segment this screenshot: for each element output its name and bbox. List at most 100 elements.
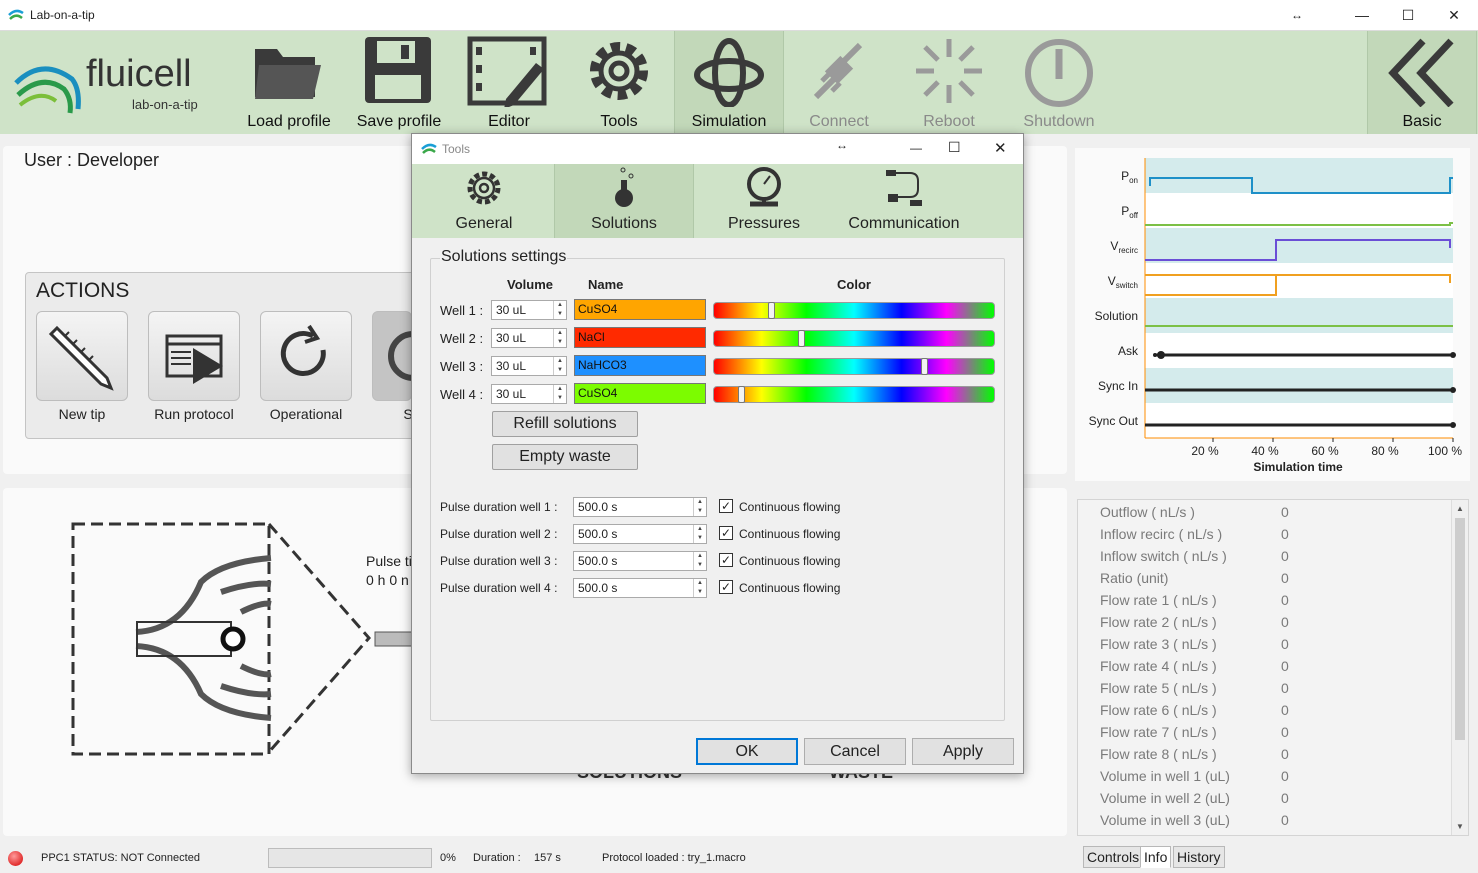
cancel-button[interactable]: Cancel	[804, 738, 906, 765]
ok-button[interactable]: OK	[696, 738, 798, 765]
info-row-label: Flow rate 2 ( nL/s )	[1100, 614, 1217, 630]
x-tick-label: 100 %	[1428, 444, 1462, 458]
tab-general[interactable]: General	[414, 164, 554, 238]
slider-handle[interactable]	[798, 330, 805, 347]
tab-solutions[interactable]: Solutions	[554, 164, 694, 238]
well-volume-spinbox[interactable]: 30 uL ▲ ▼	[491, 384, 567, 404]
slider-handle[interactable]	[738, 386, 745, 403]
slider-handle[interactable]	[921, 358, 928, 375]
well-volume-spinbox[interactable]: 30 uL ▲ ▼	[491, 300, 567, 320]
spin-arrows-icon[interactable]: ▲ ▼	[553, 301, 566, 319]
tools-button[interactable]: Tools	[564, 31, 674, 134]
connect-button[interactable]: Connect	[784, 31, 894, 134]
continuous-checkbox[interactable]: ✓	[719, 526, 733, 540]
run-protocol-label: Run protocol	[154, 406, 234, 422]
minimize-button[interactable]: —	[1339, 0, 1385, 31]
signal-label: Solution	[1095, 309, 1138, 323]
power-icon	[1025, 39, 1093, 107]
refill-solutions-button[interactable]: Refill solutions	[492, 411, 638, 437]
spin-arrows-icon[interactable]: ▲ ▼	[693, 498, 706, 516]
info-panel: Outflow ( nL/s ) 0 Inflow recirc ( nL/s ) 0…	[1077, 499, 1469, 836]
continuous-checkbox[interactable]: ✓	[719, 580, 733, 594]
well-name-field[interactable]: CuSO4	[574, 299, 706, 320]
continuous-checkbox[interactable]: ✓	[719, 553, 733, 567]
info-row-value: 0	[1281, 614, 1289, 630]
info-row: Inflow recirc ( nL/s ) 0	[1100, 526, 1400, 542]
double-chevron-left-icon	[1388, 38, 1454, 107]
info-scrollbar[interactable]: ▲ ▼	[1451, 500, 1468, 835]
info-row-value: 0	[1281, 636, 1289, 652]
maximize-button[interactable]: ☐	[1385, 0, 1431, 31]
logo-tagline: lab-on-a-tip	[132, 97, 198, 112]
well-name-field[interactable]: CuSO4	[574, 383, 706, 404]
tab-solutions-label: Solutions	[591, 215, 657, 232]
run-protocol-button[interactable]	[148, 311, 240, 401]
protocol-loaded: Protocol loaded : try_1.macro	[602, 852, 746, 864]
pulse-duration-spinbox[interactable]: 500.0 s ▲ ▼	[573, 497, 707, 517]
new-tip-button[interactable]	[36, 311, 128, 401]
x-tick-label: 40 %	[1251, 444, 1279, 458]
tab-info[interactable]: Info	[1140, 846, 1172, 868]
tab-communication[interactable]: Communication	[834, 164, 974, 238]
scroll-down-icon[interactable]: ▼	[1456, 822, 1464, 831]
editor-button[interactable]: Editor	[454, 31, 564, 134]
info-row-value: 0	[1281, 548, 1289, 564]
spin-arrows-icon[interactable]: ▲ ▼	[553, 357, 566, 375]
well-color-slider[interactable]	[713, 302, 995, 319]
pulse-duration-spinbox[interactable]: 500.0 s ▲ ▼	[573, 524, 707, 544]
load-profile-button[interactable]: Load profile	[234, 31, 344, 134]
spin-arrows-icon[interactable]: ▲ ▼	[693, 552, 706, 570]
info-row-value: 0	[1281, 768, 1289, 784]
info-row-label: Volume in well 3 (uL)	[1100, 812, 1230, 828]
spin-arrows-icon[interactable]: ▲ ▼	[553, 385, 566, 403]
tab-history[interactable]: History	[1173, 846, 1225, 868]
shutdown-button[interactable]: Shutdown	[1004, 31, 1114, 134]
spin-arrows-icon[interactable]: ▲ ▼	[693, 579, 706, 597]
scroll-thumb[interactable]	[1455, 518, 1465, 740]
spin-arrows-icon[interactable]: ▲ ▼	[553, 329, 566, 347]
tab-pressures[interactable]: Pressures	[694, 164, 834, 238]
ask-dot-small	[1153, 353, 1157, 357]
reboot-button[interactable]: Reboot	[894, 31, 1004, 134]
info-row: Flow rate 3 ( nL/s ) 0	[1100, 636, 1400, 652]
apply-button[interactable]: Apply	[912, 738, 1014, 765]
info-row-value: 0	[1281, 724, 1289, 740]
tab-controls[interactable]: Controls	[1083, 846, 1144, 868]
simulation-button[interactable]: Simulation	[674, 31, 784, 134]
stop-button-partial[interactable]	[372, 311, 438, 401]
logo-name: fluicell	[86, 53, 192, 95]
timing-row-band	[1145, 158, 1453, 193]
pulse-duration-label: Pulse duration well 2 :	[440, 527, 558, 541]
continuous-checkbox[interactable]: ✓	[719, 499, 733, 513]
save-profile-button[interactable]: Save profile	[344, 31, 454, 134]
info-row-label: Flow rate 8 ( nL/s )	[1100, 746, 1217, 762]
info-row-label: Ratio (unit)	[1100, 570, 1169, 586]
well-color-slider[interactable]	[713, 386, 995, 403]
well-name-field[interactable]: NaHCO3	[574, 355, 706, 376]
operational-button[interactable]	[260, 311, 352, 401]
empty-waste-button[interactable]: Empty waste	[492, 444, 638, 470]
well-name-field[interactable]: NaCl	[574, 327, 706, 348]
gear-icon	[467, 171, 501, 205]
pulse-duration-spinbox[interactable]: 500.0 s ▲ ▼	[573, 578, 707, 598]
well-color-slider[interactable]	[713, 358, 995, 375]
flask-icon	[615, 167, 634, 207]
duration-label: Duration :	[473, 852, 521, 864]
slider-handle[interactable]	[768, 302, 775, 319]
well-volume-spinbox[interactable]: 30 uL ▲ ▼	[491, 328, 567, 348]
timing-row-band	[1145, 403, 1453, 438]
dialog-close-button[interactable]: ✕	[994, 139, 1007, 157]
editor-icon	[467, 36, 547, 107]
close-button[interactable]: ✕	[1431, 0, 1477, 31]
info-row-label: Flow rate 3 ( nL/s )	[1100, 636, 1217, 652]
pulse-duration-value: 500.0 s	[578, 527, 618, 541]
well-volume-spinbox[interactable]: 30 uL ▲ ▼	[491, 356, 567, 376]
spin-arrows-icon[interactable]: ▲ ▼	[693, 525, 706, 543]
well-color-slider[interactable]	[713, 330, 995, 347]
dialog-maximize-button[interactable]: ☐	[948, 139, 961, 156]
dialog-minimize-button[interactable]: —	[910, 141, 922, 155]
scroll-up-icon[interactable]: ▲	[1456, 504, 1464, 513]
basic-button[interactable]: Basic	[1367, 31, 1477, 134]
dialog-title: Tools	[442, 142, 471, 156]
pulse-duration-spinbox[interactable]: 500.0 s ▲ ▼	[573, 551, 707, 571]
